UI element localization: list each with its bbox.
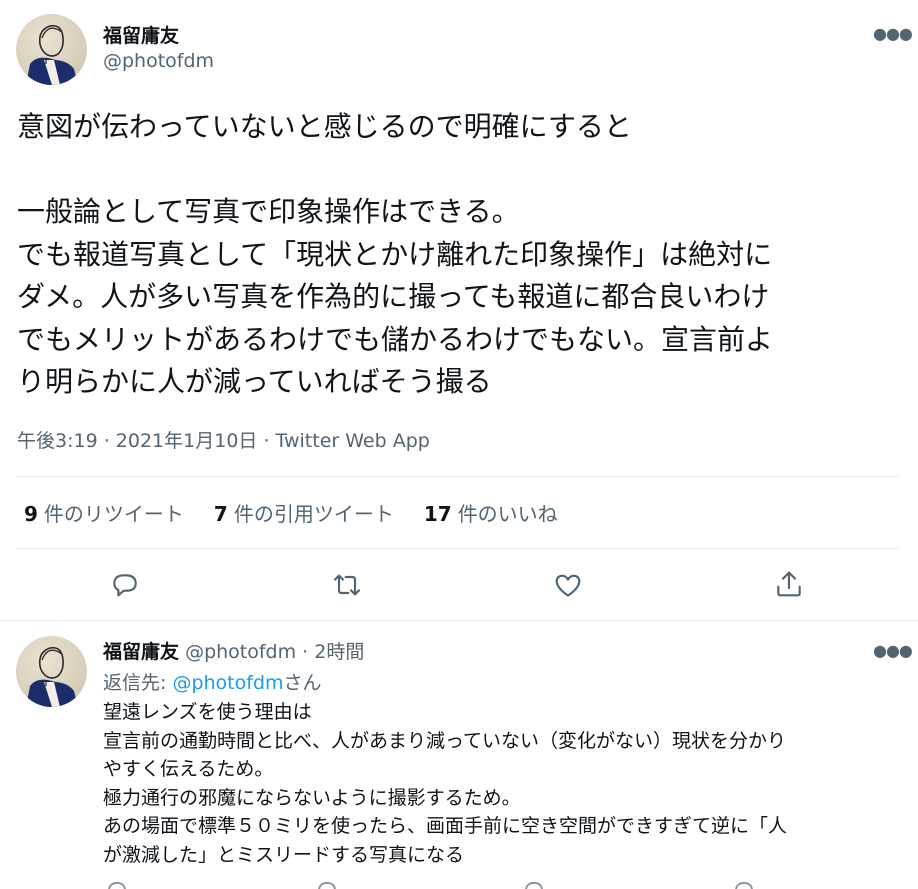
tweet-text-line: ダメ。人が多い写真を作為的に撮っても報道に都合良いわけ: [17, 280, 770, 313]
thread-separator: [0, 620, 918, 621]
likes-count: 17: [423, 502, 452, 526]
replying-handle-link[interactable]: @photofdm: [172, 672, 283, 694]
quotes-label: 件の引用ツイート: [233, 502, 394, 526]
retweets-stat[interactable]: 9 件のリツイート: [24, 498, 184, 527]
tweet-text-line: 一般論として写真で印象操作はできる。: [17, 195, 520, 228]
retweet-button[interactable]: [331, 569, 363, 601]
tweet-stats: 9 件のリツイート 7 件の引用ツイート 17 件のいいね: [24, 498, 558, 527]
reply-text-line: が激減した」とミスリードする写真になる: [103, 843, 465, 866]
replying-prefix: 返信先:: [103, 672, 173, 694]
reply-header: 福留庸友 @photofdm · 2時間: [103, 637, 364, 664]
reply-time[interactable]: 2時間: [314, 641, 364, 663]
replying-suffix: さん: [283, 672, 322, 694]
divider: [17, 476, 899, 477]
main-tweet: 福留庸友 @photofdm ●●● 意図が伝わっていないと感じるので明確にする…: [0, 0, 918, 620]
reply-button[interactable]: [109, 568, 141, 600]
reply-text: 望遠レンズを使う理由は 宣言前の通勤時間と比べ、人があまり減っていない（変化がな…: [103, 698, 903, 870]
retweets-label: 件のリツイート: [43, 502, 184, 526]
reply-text-line: 極力通行の邪魔にならないように撮影するため。: [103, 786, 521, 809]
likes-label: 件のいいね: [457, 502, 558, 526]
reply-icon[interactable]: [108, 882, 126, 889]
tweet-text-line: り明らかに人が減っていればそう撮る: [17, 365, 492, 398]
more-horizontal-icon[interactable]: ●●●: [873, 26, 913, 42]
heart-icon[interactable]: [525, 882, 543, 889]
reply-text-line: あの場面で標準５０ミリを使ったら、画面手前に空き空間ができすぎて逆に「人: [103, 815, 788, 838]
author-handle[interactable]: @photofdm: [185, 641, 296, 663]
like-button[interactable]: [552, 569, 584, 601]
separator-dot: ·: [302, 641, 309, 663]
replying-to: 返信先: @photofdmさん: [103, 668, 322, 695]
avatar[interactable]: [16, 636, 87, 707]
tweet-text-line: [17, 149, 903, 192]
author-name[interactable]: 福留庸友: [103, 641, 179, 663]
tweet-timestamp[interactable]: 午後3:19 · 2021年1月10日 · Twitter Web App: [17, 426, 430, 453]
reply-text-line: 宣言前の通勤時間と比べ、人があまり減っていない（変化がない）現状を分かり: [103, 729, 787, 752]
retweet-icon: [333, 574, 361, 596]
more-horizontal-icon[interactable]: ●●●: [873, 643, 913, 659]
share-icon: [777, 571, 801, 597]
divider: [17, 548, 899, 549]
avatar[interactable]: [16, 14, 87, 85]
retweet-icon[interactable]: [318, 882, 336, 889]
reply-text-line: 望遠レンズを使う理由は: [103, 701, 312, 723]
tweet-text-line: でもメリットがあるわけでも儲かるわけでもない。宣言前よ: [17, 322, 774, 356]
heart-icon: [555, 574, 581, 597]
tweet-text-line: 意図が伝わっていないと感じるので明確にすると: [17, 110, 632, 143]
tweet-text: 意図が伝わっていないと感じるので明確にすると 一般論として写真で印象操作はできる…: [17, 106, 903, 404]
reply-text-line: やすく伝えるため。: [103, 758, 274, 781]
author-name[interactable]: 福留庸友: [103, 21, 179, 48]
quotes-count: 7: [213, 502, 228, 526]
author-handle[interactable]: @photofdm: [103, 50, 214, 72]
likes-stat[interactable]: 17 件のいいね: [424, 498, 558, 527]
share-icon[interactable]: [735, 882, 753, 889]
quotes-stat[interactable]: 7 件の引用ツイート: [214, 498, 394, 527]
reply-icon: [113, 574, 137, 597]
share-button[interactable]: [773, 568, 805, 600]
tweet-text-line: でも報道写真として「現状とかけ離れた印象操作」は絶対に: [17, 237, 773, 271]
retweets-count: 9: [24, 502, 38, 526]
